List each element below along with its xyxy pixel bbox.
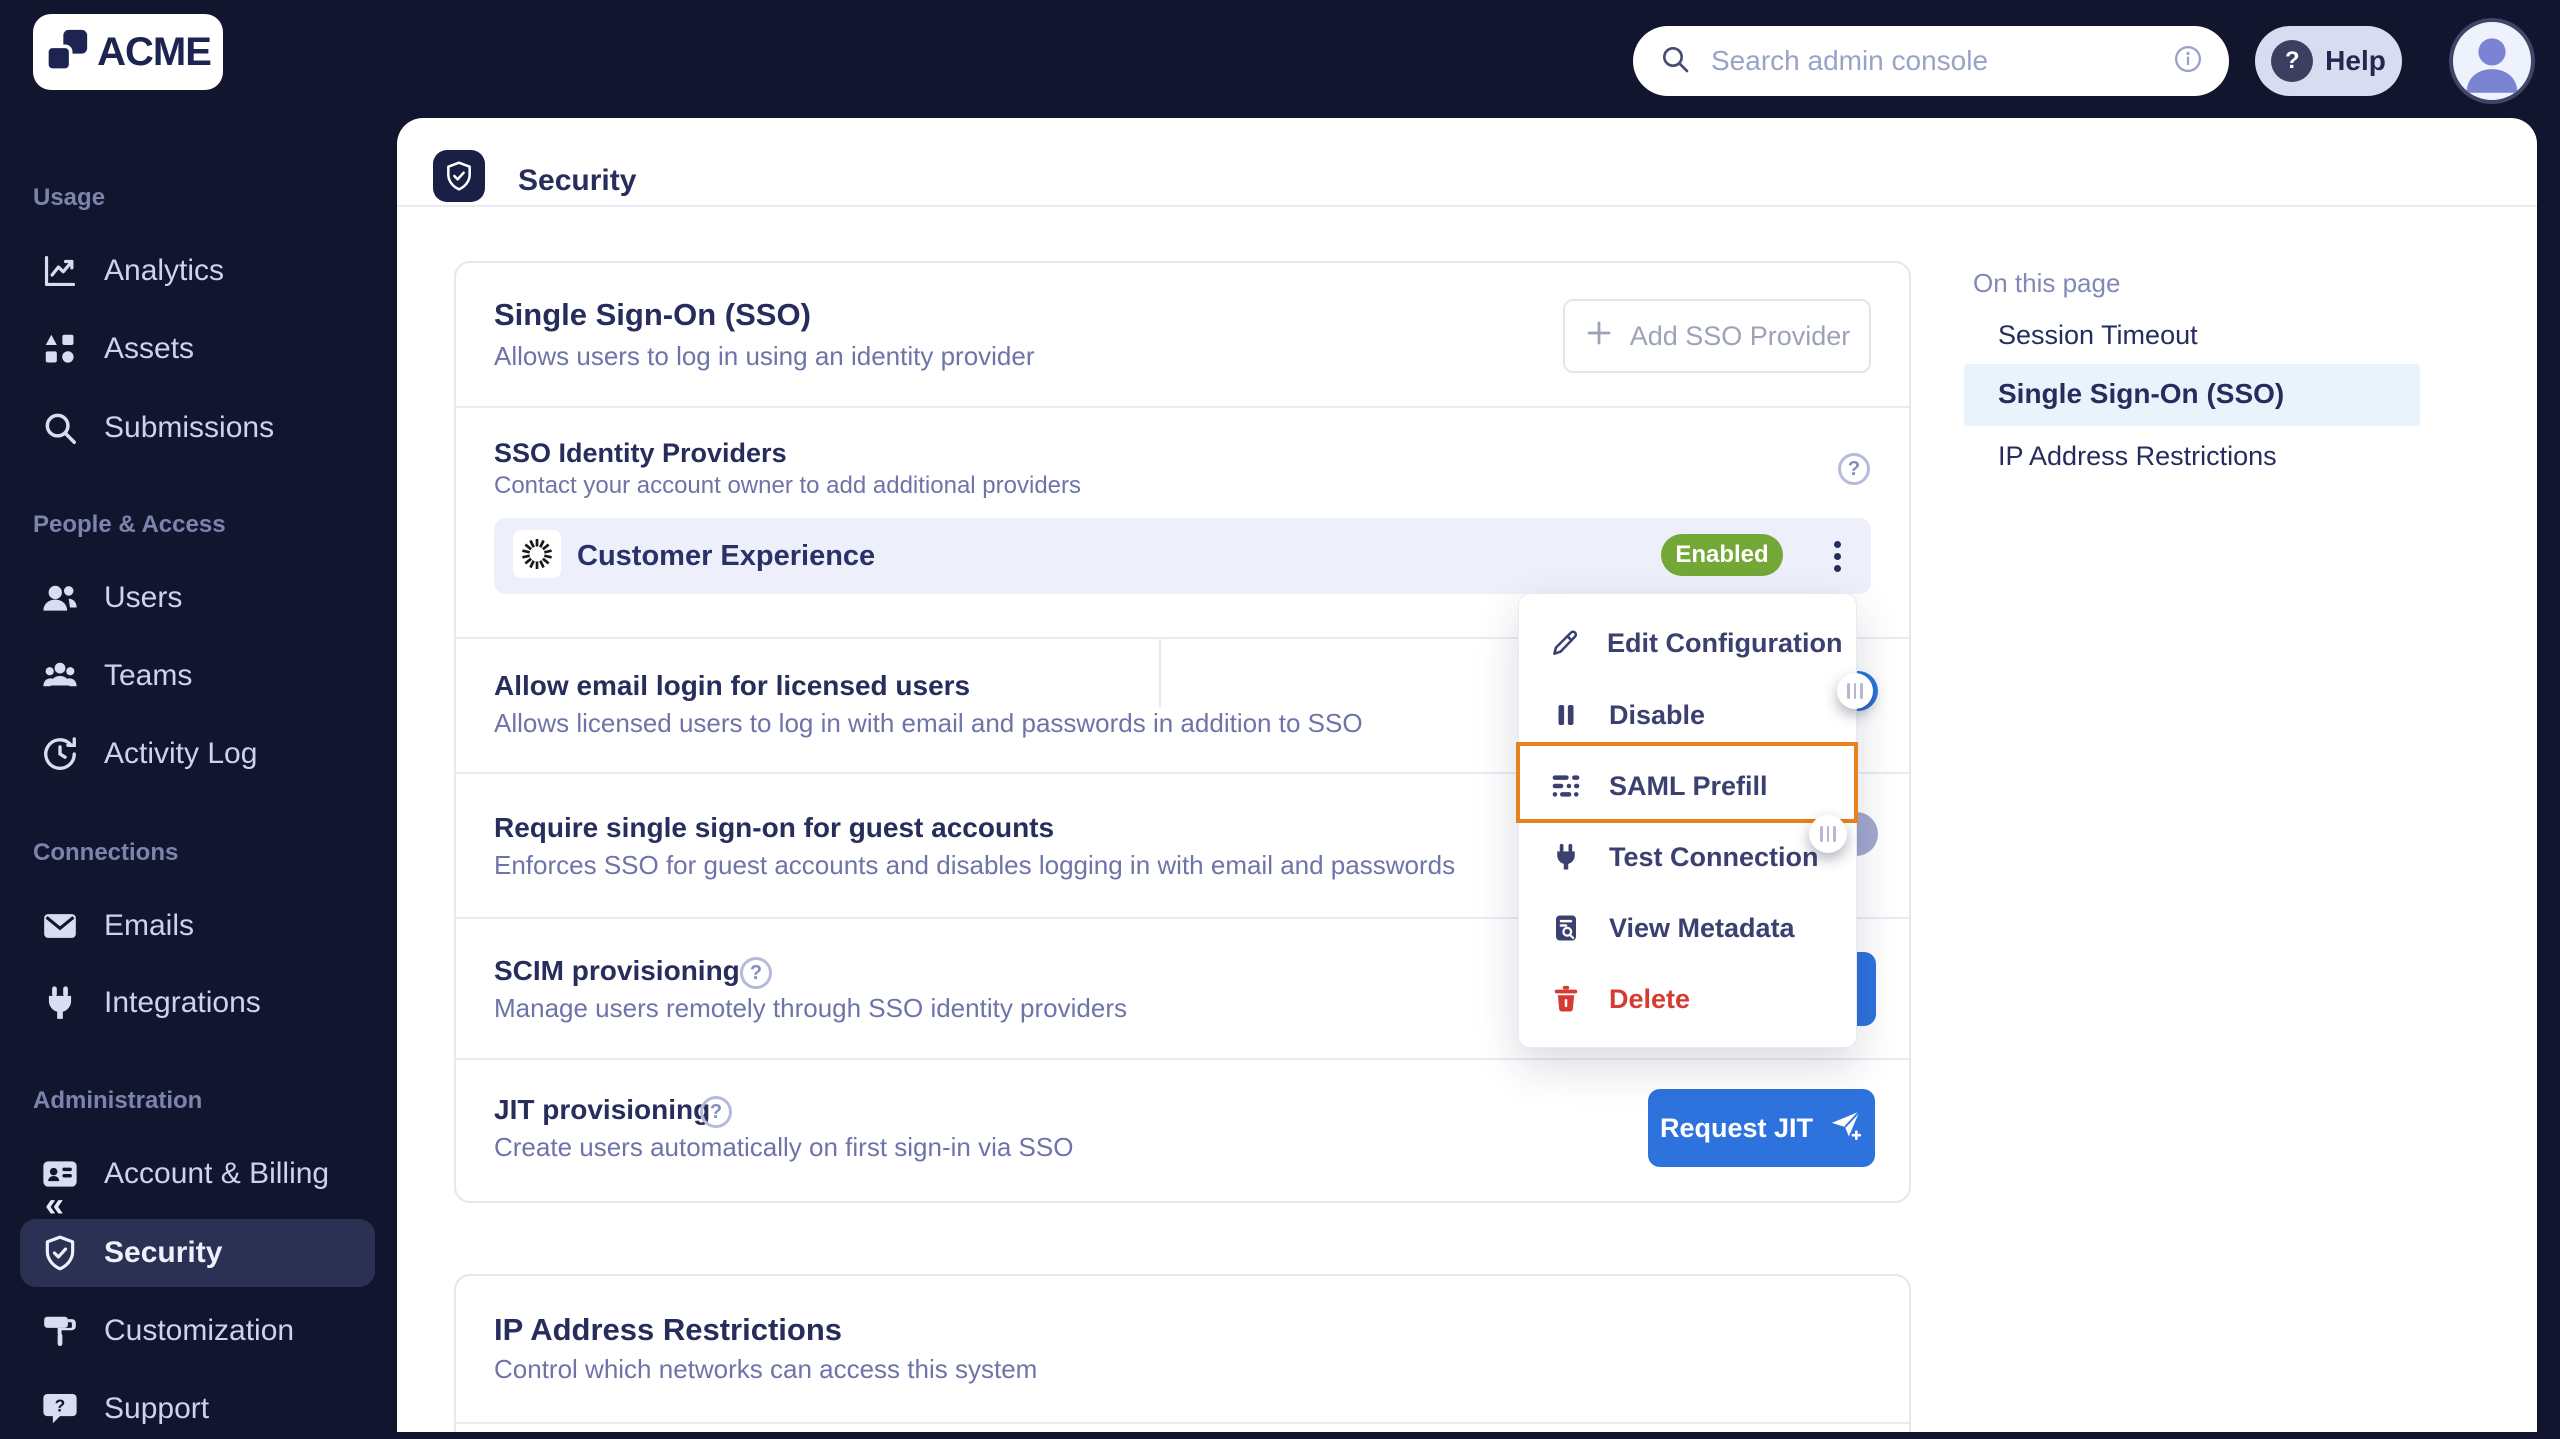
user-avatar[interactable] — [2449, 18, 2535, 104]
on-this-page-sso[interactable]: Single Sign-On (SSO) — [1998, 378, 2284, 410]
provider-kebab-menu-button[interactable] — [1817, 534, 1857, 578]
on-this-page-session-timeout[interactable]: Session Timeout — [1998, 320, 2198, 351]
menu-item-test-connection[interactable]: Test Connection — [1549, 835, 1829, 879]
provider-name: Customer Experience — [577, 518, 875, 594]
email-login-toggle-knob[interactable] — [1837, 673, 1873, 709]
plug-icon — [1549, 840, 1583, 874]
person-icon — [2453, 22, 2531, 100]
analytics-icon — [40, 251, 80, 291]
sidebar-section-administration: Administration — [33, 1087, 202, 1115]
row-divider — [455, 1058, 1910, 1060]
column-divider — [1159, 638, 1161, 708]
sidebar-item-assets[interactable]: Assets — [40, 327, 194, 371]
jit-help-icon[interactable]: ? — [700, 1096, 732, 1128]
help-label: Help — [2325, 45, 2386, 77]
acme-logo-icon — [45, 28, 89, 77]
sidebar-section-usage: Usage — [33, 184, 105, 212]
search-icon — [1659, 43, 1691, 80]
scim-help-icon[interactable]: ? — [740, 957, 772, 989]
send-plane-icon — [1829, 1108, 1863, 1149]
sidebar-item-security[interactable]: Security — [40, 1231, 222, 1275]
providers-heading: SSO Identity Providers — [494, 438, 787, 469]
ip-card-divider — [455, 1422, 1910, 1424]
on-this-page-heading: On this page — [1973, 268, 2120, 299]
setting-desc-scim: Manage users remotely through SSO identi… — [494, 993, 1127, 1024]
ip-card-title: IP Address Restrictions — [494, 1312, 842, 1348]
request-jit-button[interactable]: Request JIT — [1648, 1089, 1875, 1167]
plus-icon — [1584, 318, 1614, 355]
help-button[interactable]: ? Help — [2255, 26, 2402, 96]
add-sso-provider-button[interactable]: Add SSO Provider — [1563, 299, 1871, 373]
brand-name: ACME — [97, 30, 211, 75]
sidebar-item-account-billing[interactable]: Account & Billing — [40, 1152, 329, 1196]
teams-icon — [40, 656, 80, 696]
main-content-panel: Security Single Sign-On (SSO) Allows use… — [397, 118, 2537, 1432]
sidebar-item-emails[interactable]: Emails — [40, 904, 194, 948]
assets-icon — [40, 329, 80, 369]
header-divider — [397, 205, 2537, 207]
sidebar-item-integrations[interactable]: Integrations — [40, 981, 261, 1025]
sidebar-item-submissions[interactable]: Submissions — [40, 406, 274, 450]
setting-title-scim: SCIM provisioning — [494, 955, 740, 987]
sidebar-item-users[interactable]: Users — [40, 576, 182, 620]
search-info-icon[interactable] — [2173, 44, 2203, 79]
pause-icon — [1549, 698, 1583, 732]
setting-title-jit: JIT provisioning — [494, 1094, 710, 1126]
trash-icon — [1549, 982, 1583, 1016]
security-page-icon — [433, 150, 485, 202]
menu-item-view-metadata[interactable]: View Metadata — [1549, 906, 1829, 950]
setting-desc-jit: Create users automatically on first sign… — [494, 1132, 1073, 1163]
sidebar-item-customization[interactable]: Customization — [40, 1309, 294, 1353]
card-divider — [455, 406, 1910, 408]
saml-prefill-highlight — [1516, 742, 1858, 823]
sidebar-item-analytics[interactable]: Analytics — [40, 249, 224, 293]
admin-search[interactable] — [1633, 26, 2229, 96]
menu-item-disable[interactable]: Disable — [1549, 693, 1829, 737]
users-icon — [40, 578, 80, 618]
shield-check-icon — [40, 1233, 80, 1273]
activity-log-icon — [40, 734, 80, 774]
guest-sso-toggle-knob[interactable] — [1809, 815, 1847, 853]
on-this-page-ip-restrictions[interactable]: IP Address Restrictions — [1998, 441, 2277, 472]
ip-card-subtitle: Control which networks can access this s… — [494, 1354, 1037, 1385]
page-title: Security — [518, 164, 636, 198]
providers-subtext: Contact your account owner to add additi… — [494, 472, 1081, 500]
sidebar-item-teams[interactable]: Teams — [40, 654, 192, 698]
svg-text:?: ? — [55, 1395, 66, 1415]
sso-card-title: Single Sign-On (SSO) — [494, 297, 811, 333]
acme-logo[interactable]: ACME — [33, 14, 223, 90]
need-more-help-icon[interactable]: ? — [1838, 453, 1870, 485]
pencil-icon — [1549, 626, 1581, 660]
provider-status-badge: Enabled — [1661, 534, 1783, 576]
setting-title-email-login: Allow email login for licensed users — [494, 670, 970, 702]
plug-icon — [40, 983, 80, 1023]
search-input[interactable] — [1711, 45, 2153, 77]
setting-desc-guest-sso: Enforces SSO for guest accounts and disa… — [494, 850, 1455, 881]
submissions-search-icon — [40, 408, 80, 448]
email-icon — [40, 906, 80, 946]
sso-card-subtitle: Allows users to log in using an identity… — [494, 341, 1035, 372]
sidebar-item-activity-log[interactable]: Activity Log — [40, 732, 257, 776]
support-chat-icon: ? — [40, 1389, 80, 1429]
setting-desc-email-login: Allows licensed users to log in with ema… — [494, 708, 1363, 739]
menu-item-edit-configuration[interactable]: Edit Configuration — [1549, 621, 1829, 665]
sidebar-section-connections: Connections — [33, 839, 178, 867]
help-question-icon: ? — [2271, 40, 2313, 82]
paint-roller-icon — [40, 1311, 80, 1351]
file-search-icon — [1549, 911, 1583, 945]
sidebar-section-people-access: People & Access — [33, 511, 226, 539]
setting-title-guest-sso: Require single sign-on for guest account… — [494, 812, 1054, 844]
ip-restrictions-card — [454, 1274, 1911, 1432]
provider-logo — [513, 530, 561, 578]
sidebar-item-support[interactable]: ? Support — [40, 1387, 209, 1431]
menu-item-delete[interactable]: Delete — [1549, 977, 1829, 1021]
